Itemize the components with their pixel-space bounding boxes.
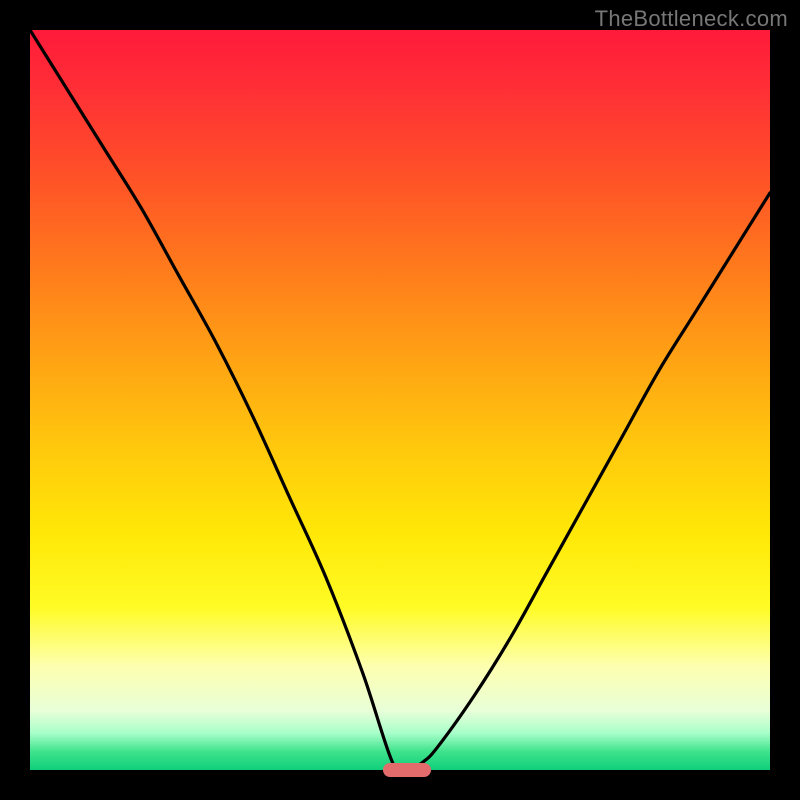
optimal-point-marker — [383, 763, 431, 777]
plot-area — [30, 30, 770, 770]
curve-svg — [30, 30, 770, 770]
bottleneck-chart: TheBottleneck.com — [0, 0, 800, 800]
bottleneck-curve-path — [30, 30, 770, 770]
watermark-text: TheBottleneck.com — [595, 6, 788, 32]
